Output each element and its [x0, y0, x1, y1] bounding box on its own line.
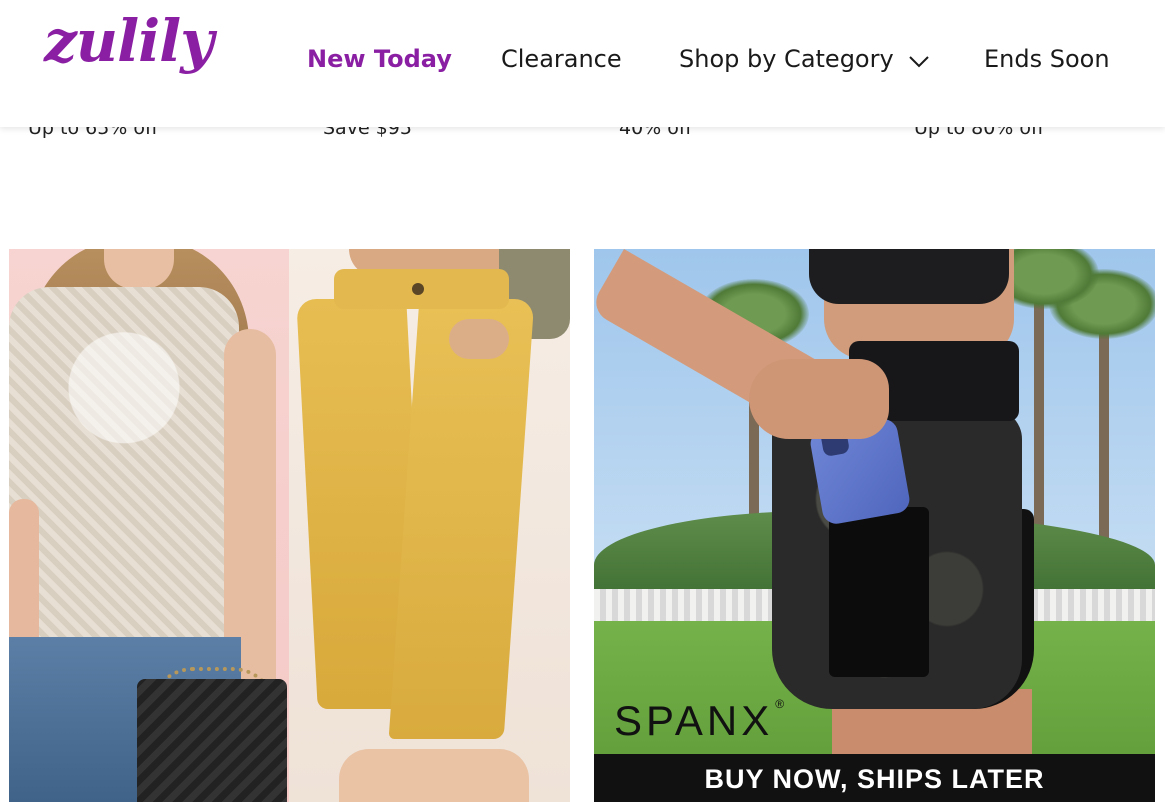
fashion-banner[interactable] [9, 249, 570, 802]
spanx-logo: SPANX ® [614, 697, 784, 745]
model-hand [749, 359, 889, 439]
spanx-logo-text: SPANX [614, 697, 774, 744]
nav-clearance[interactable]: Clearance [501, 44, 622, 74]
pants-button [412, 283, 424, 295]
handbag-image [137, 679, 287, 802]
cta-buy-now-ships-later[interactable]: BUY NOW, SHIPS LATER [594, 764, 1155, 795]
nav-ends-soon-label: Ends Soon [984, 45, 1110, 73]
nav-new-today[interactable]: New Today [307, 44, 452, 74]
nav-ends-soon[interactable]: Ends Soon [984, 44, 1110, 74]
chevron-down-icon [909, 56, 930, 68]
spanx-banner[interactable]: SPANX ® BUY NOW, SHIPS LATER [594, 249, 1155, 802]
registered-mark: ® [775, 697, 785, 711]
model-ankles [339, 749, 529, 802]
shorts-phone-pocket [829, 507, 929, 677]
model-hand [449, 319, 509, 359]
sports-bra [809, 249, 1009, 304]
nav-shop-by-category-label: Shop by Category [679, 45, 894, 73]
nav-shop-by-category[interactable]: Shop by Category [679, 44, 930, 74]
site-header: zulily New Today Clearance Shop by Categ… [0, 0, 1165, 127]
zulily-logo[interactable]: zulily [44, 12, 214, 70]
lace-top-image [9, 287, 239, 647]
nav-new-today-label: New Today [307, 45, 452, 73]
nav-clearance-label: Clearance [501, 45, 622, 73]
